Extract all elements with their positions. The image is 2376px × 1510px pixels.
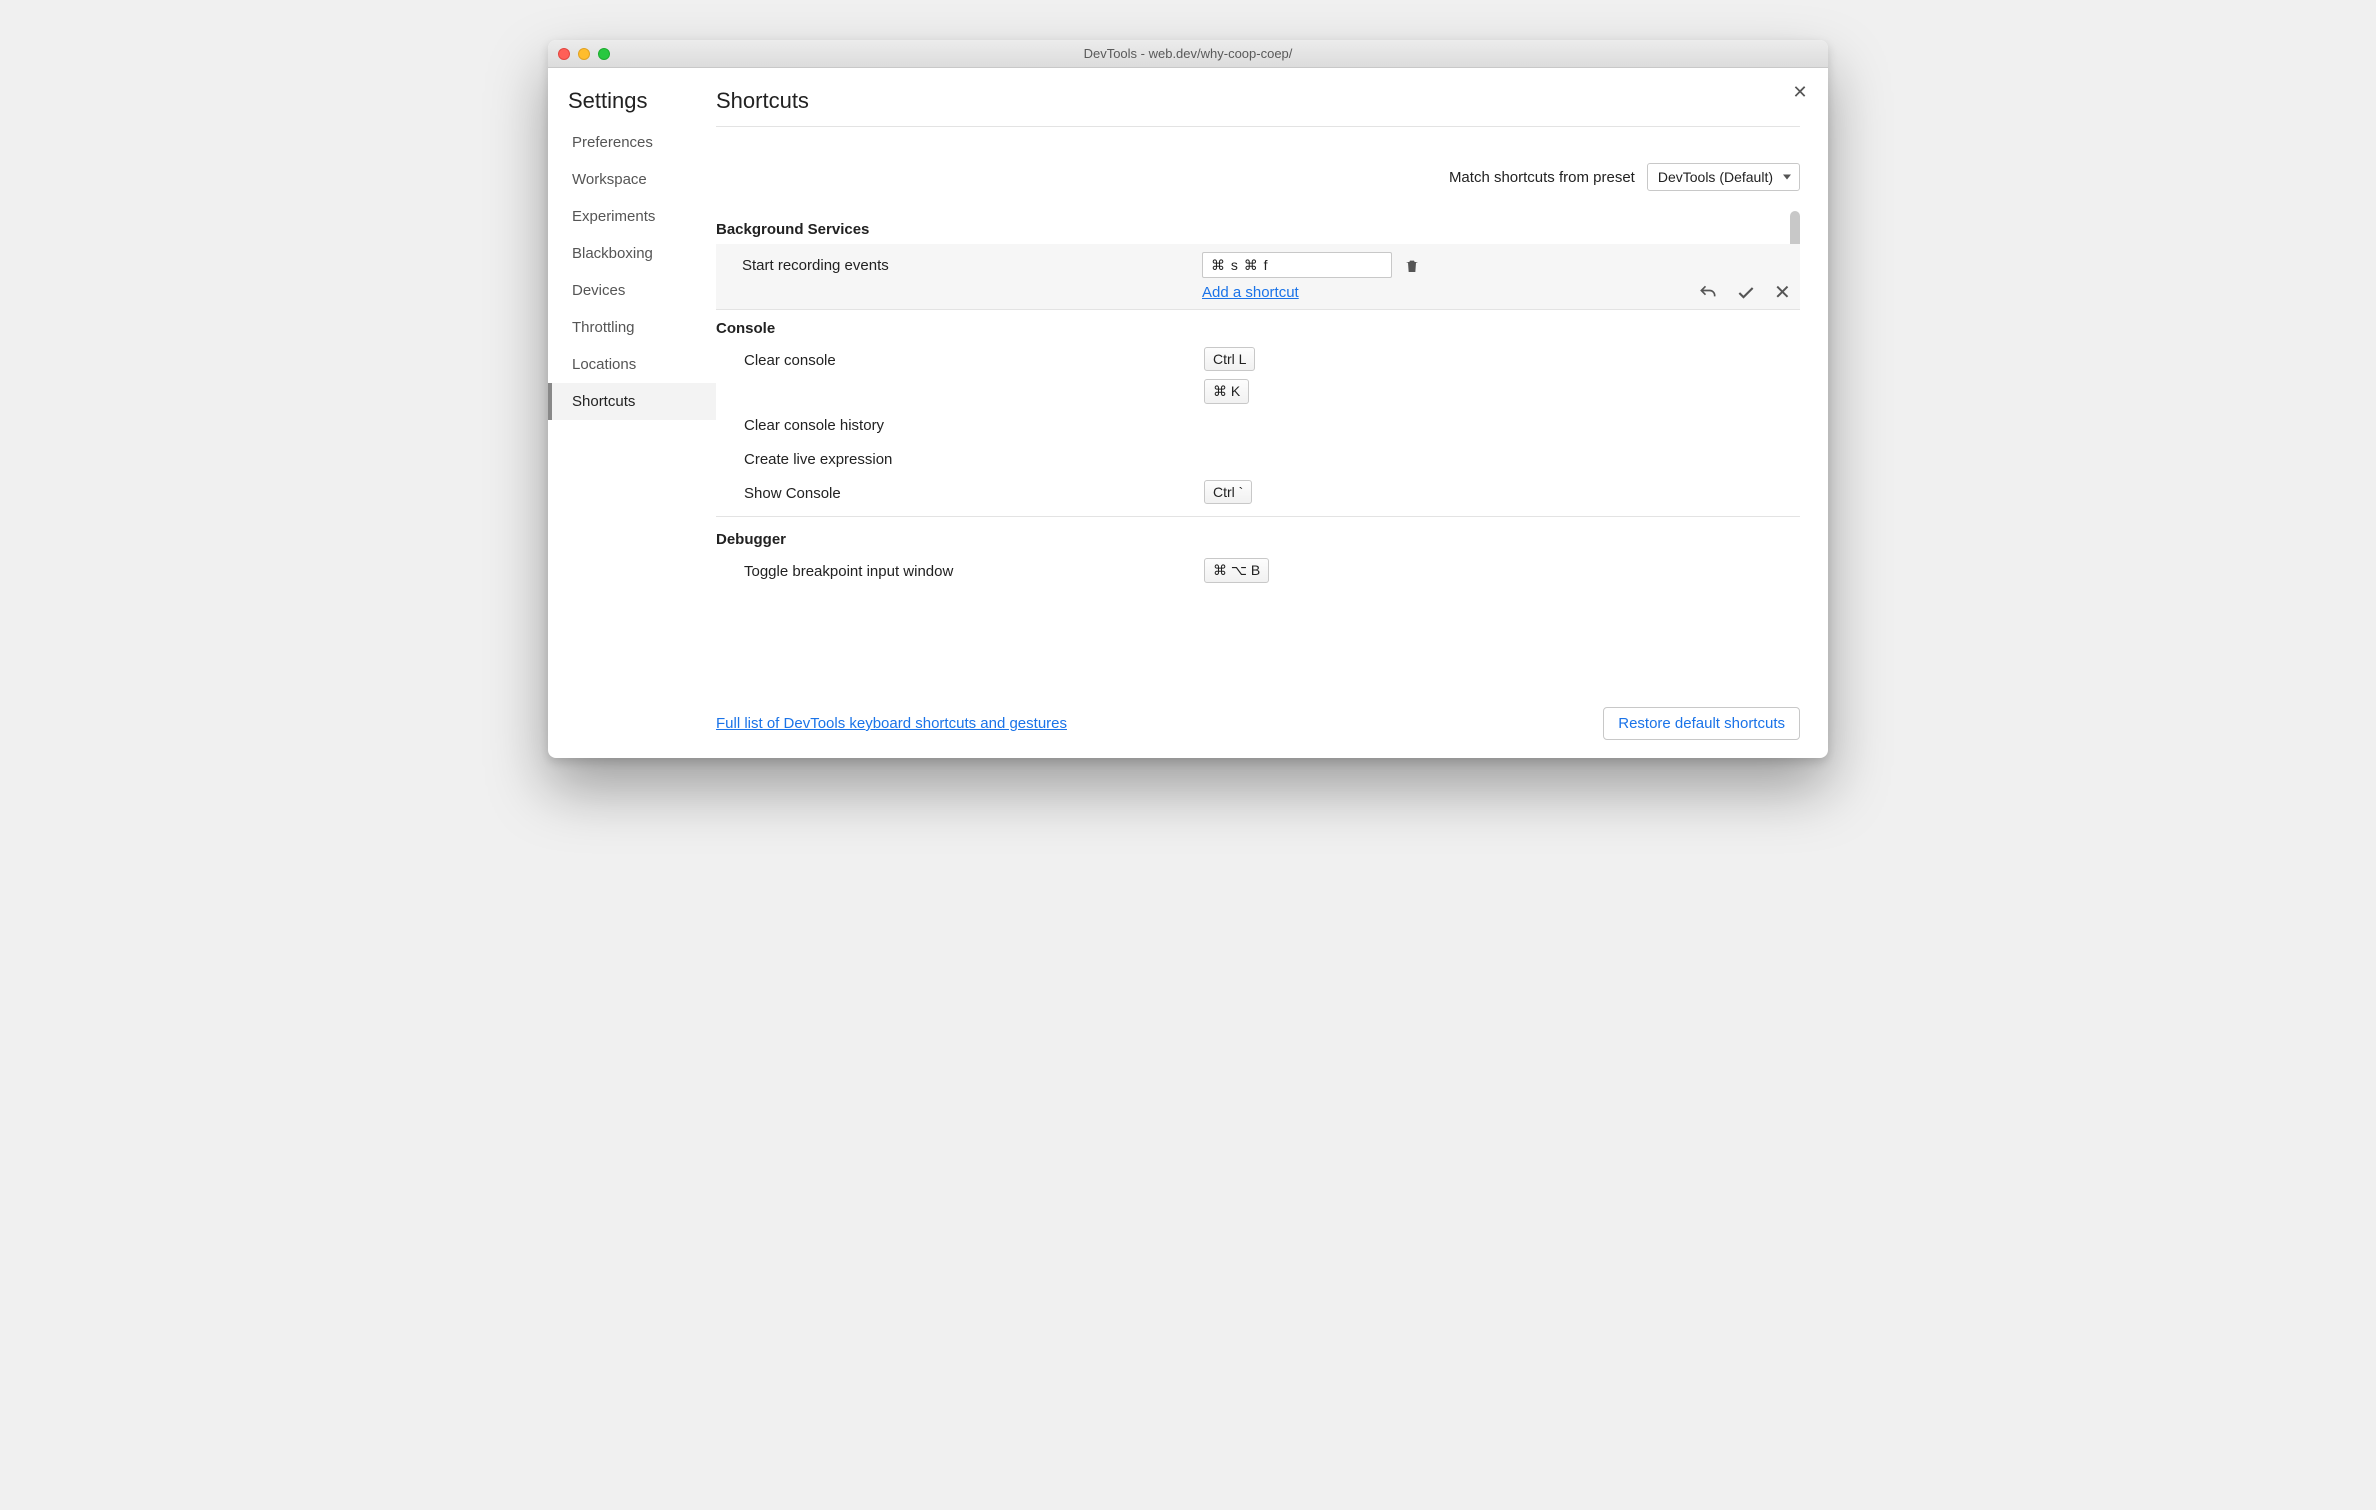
section-debugger: Debugger Toggle breakpoint input window … (716, 521, 1800, 588)
preset-label: Match shortcuts from preset (1449, 169, 1635, 186)
window-maximize-button[interactable] (598, 48, 610, 60)
edit-actions: ✕ (1698, 283, 1794, 303)
section-title: Background Services (716, 211, 1800, 244)
shortcut-label: Start recording events (742, 252, 1202, 274)
preset-select[interactable]: DevTools (Default) (1647, 163, 1800, 191)
sidebar-item-experiments[interactable]: Experiments (548, 198, 716, 235)
window-minimize-button[interactable] (578, 48, 590, 60)
sidebar-item-preferences[interactable]: Preferences (548, 124, 716, 161)
editing-shortcut-row: Start recording events Add a shortcut (716, 244, 1800, 310)
chevron-down-icon (1783, 175, 1791, 180)
close-icon[interactable]: ✕ (1790, 82, 1810, 102)
shortcut-label: Create live expression (744, 446, 1204, 468)
sidebar-item-shortcuts[interactable]: Shortcuts (548, 383, 716, 420)
sidebar: Settings Preferences Workspace Experimen… (548, 68, 716, 758)
restore-defaults-button[interactable]: Restore default shortcuts (1603, 707, 1800, 740)
sidebar-item-blackboxing[interactable]: Blackboxing (548, 235, 716, 272)
shortcut-row-live-expression[interactable]: Create live expression (716, 442, 1800, 476)
sidebar-item-devices[interactable]: Devices (548, 272, 716, 309)
shortcuts-scroll-area[interactable]: Background Services Start recording even… (716, 211, 1800, 693)
trash-icon[interactable] (1404, 258, 1420, 274)
section-title: Console (716, 310, 1800, 343)
titlebar: DevTools - web.dev/why-coop-coep/ (548, 40, 1828, 68)
key-chip: ⌘ K (1204, 379, 1249, 404)
undo-icon[interactable] (1698, 283, 1718, 303)
shortcut-row-show-console[interactable]: Show Console Ctrl ` (716, 476, 1800, 510)
add-shortcut-link[interactable]: Add a shortcut (1202, 284, 1299, 301)
shortcut-row-clear-history[interactable]: Clear console history (716, 408, 1800, 442)
sidebar-item-workspace[interactable]: Workspace (548, 161, 716, 198)
window-close-button[interactable] (558, 48, 570, 60)
app-window: DevTools - web.dev/why-coop-coep/ ✕ Sett… (548, 40, 1828, 758)
shortcut-row-clear-console[interactable]: Clear console Ctrl L ⌘ K (716, 343, 1800, 408)
preset-select-value: DevTools (Default) (1658, 169, 1773, 185)
shortcut-label: Toggle breakpoint input window (744, 558, 1204, 580)
shortcut-row-toggle-breakpoint[interactable]: Toggle breakpoint input window ⌘ ⌥ B (716, 554, 1800, 588)
sidebar-item-throttling[interactable]: Throttling (548, 309, 716, 346)
footer: Full list of DevTools keyboard shortcuts… (716, 693, 1800, 744)
shortcut-label: Show Console (744, 480, 1204, 502)
section-background-services: Background Services Start recording even… (716, 211, 1800, 310)
cancel-icon[interactable]: ✕ (1774, 283, 1794, 303)
key-chip: ⌘ ⌥ B (1204, 558, 1269, 583)
section-title: Debugger (716, 521, 1800, 554)
main-area: Shortcuts Match shortcuts from preset De… (716, 68, 1828, 758)
section-console: Console Clear console Ctrl L ⌘ K Clear c… (716, 310, 1800, 517)
sidebar-heading: Settings (548, 88, 716, 124)
key-chip: Ctrl ` (1204, 480, 1252, 504)
shortcut-label: Clear console history (744, 412, 1204, 434)
full-shortcuts-link[interactable]: Full list of DevTools keyboard shortcuts… (716, 715, 1067, 732)
shortcut-label: Clear console (744, 347, 1204, 369)
traffic-lights (558, 48, 610, 60)
shortcut-input[interactable] (1202, 252, 1392, 278)
window-title: DevTools - web.dev/why-coop-coep/ (548, 46, 1828, 61)
preset-row: Match shortcuts from preset DevTools (De… (716, 127, 1800, 211)
settings-panel: ✕ Settings Preferences Workspace Experim… (548, 68, 1828, 758)
page-title: Shortcuts (716, 88, 1800, 127)
key-chip: Ctrl L (1204, 347, 1255, 371)
check-icon[interactable] (1736, 283, 1756, 303)
sidebar-item-locations[interactable]: Locations (548, 346, 716, 383)
